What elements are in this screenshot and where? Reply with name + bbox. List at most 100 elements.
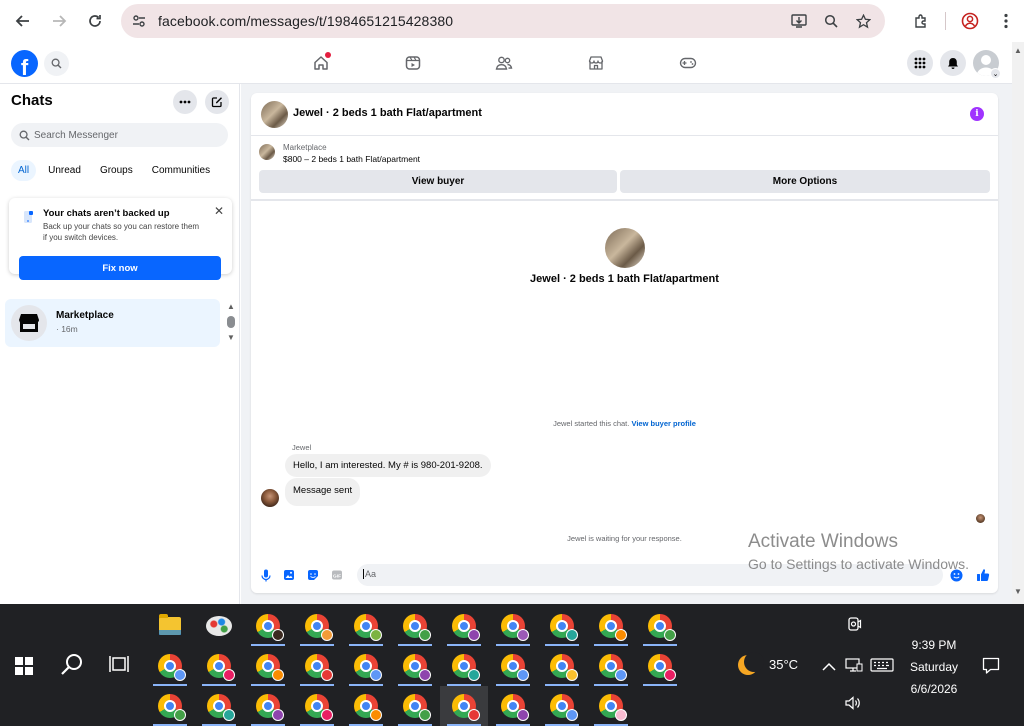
- chrome-window[interactable]: [195, 646, 243, 686]
- chrome-window[interactable]: [244, 646, 292, 686]
- chrome-window[interactable]: [391, 606, 439, 646]
- chrome-window[interactable]: [293, 686, 341, 726]
- chrome-window[interactable]: [391, 646, 439, 686]
- sidebar-scrollbar[interactable]: ▲ ▼: [226, 302, 236, 344]
- more-options-button[interactable]: More Options: [620, 170, 990, 193]
- file-explorer-app[interactable]: [146, 606, 194, 646]
- microphone-icon[interactable]: [259, 568, 273, 582]
- filter-all[interactable]: All: [11, 160, 37, 181]
- chrome-window[interactable]: [587, 646, 635, 686]
- chrome-window[interactable]: [293, 646, 341, 686]
- extensions-icon[interactable]: [903, 13, 939, 29]
- forward-arrow-icon[interactable]: [41, 3, 77, 39]
- weather-moon-icon[interactable]: [738, 652, 764, 675]
- bookmark-star-icon[interactable]: [847, 13, 879, 29]
- chat-list-item[interactable]: Marketplace · 16m: [5, 299, 220, 347]
- sticker-icon[interactable]: [306, 568, 320, 582]
- friends-tab[interactable]: [484, 48, 524, 78]
- chrome-window[interactable]: [342, 646, 390, 686]
- chrome-window[interactable]: [146, 646, 194, 686]
- close-icon[interactable]: ✕: [214, 204, 224, 218]
- view-buyer-profile-link[interactable]: View buyer profile: [631, 419, 695, 428]
- network-icon[interactable]: [845, 657, 863, 678]
- clock-date: 6/6/2026: [910, 682, 958, 696]
- chrome-window[interactable]: [636, 606, 684, 646]
- chrome-window[interactable]: [293, 606, 341, 646]
- info-icon[interactable]: i: [970, 107, 984, 121]
- photo-icon[interactable]: [282, 568, 296, 582]
- listing-price[interactable]: $800 – 2 beds 1 bath Flat/apartment: [283, 154, 420, 164]
- reload-icon[interactable]: [77, 3, 113, 39]
- weather-temperature[interactable]: 35°C: [769, 657, 798, 672]
- page-scrollbar[interactable]: ▲ ▼: [1012, 42, 1024, 604]
- chrome-window[interactable]: [146, 686, 194, 726]
- sender-avatar[interactable]: [261, 489, 279, 507]
- more-options-icon[interactable]: [173, 90, 197, 114]
- back-arrow-icon[interactable]: [5, 3, 41, 39]
- site-info-icon[interactable]: [121, 14, 157, 28]
- conversation-title[interactable]: Jewel · 2 beds 1 bath Flat/apartment: [293, 107, 482, 119]
- meet-now-icon[interactable]: [846, 616, 862, 637]
- chrome-window[interactable]: [391, 686, 439, 726]
- thumbs-up-icon[interactable]: [976, 568, 990, 582]
- chrome-window[interactable]: [244, 686, 292, 726]
- chrome-window-active[interactable]: [440, 686, 488, 726]
- chrome-window[interactable]: [342, 686, 390, 726]
- fix-now-button[interactable]: Fix now: [19, 256, 221, 280]
- chrome-window[interactable]: [489, 606, 537, 646]
- chrome-window[interactable]: [538, 686, 586, 726]
- task-view-icon[interactable]: [109, 655, 129, 678]
- profile-icon[interactable]: [952, 12, 988, 30]
- url-text[interactable]: facebook.com/messages/t/1984651215428380: [158, 13, 453, 29]
- view-buyer-button[interactable]: View buyer: [259, 170, 617, 193]
- new-message-icon[interactable]: [205, 90, 229, 114]
- fb-search-icon[interactable]: [44, 51, 69, 76]
- chrome-window[interactable]: [342, 606, 390, 646]
- chrome-window[interactable]: [587, 606, 635, 646]
- listing-thumbnail[interactable]: [261, 101, 288, 128]
- menu-kebab-icon[interactable]: [988, 13, 1024, 29]
- chrome-window[interactable]: [538, 606, 586, 646]
- chrome-window[interactable]: [489, 646, 537, 686]
- facebook-logo[interactable]: f: [11, 50, 38, 77]
- filter-unread[interactable]: Unread: [41, 160, 88, 181]
- chrome-window[interactable]: [440, 606, 488, 646]
- sidebar-scroll-thumb[interactable]: [227, 316, 235, 328]
- video-tab[interactable]: [393, 48, 433, 78]
- message-bubble[interactable]: Hello, I am interested. My # is 980-201-…: [285, 454, 491, 477]
- show-hidden-icons-chevron-icon[interactable]: [822, 659, 836, 677]
- chrome-window[interactable]: [489, 686, 537, 726]
- chrome-window[interactable]: [440, 646, 488, 686]
- install-app-icon[interactable]: [783, 14, 815, 28]
- sidebar-scroll-down-icon[interactable]: ▼: [227, 333, 235, 342]
- message-bubble[interactable]: Message sent: [285, 478, 361, 506]
- home-tab[interactable]: [301, 48, 341, 78]
- marketplace-tab[interactable]: [576, 48, 616, 78]
- gif-icon[interactable]: GIF: [330, 568, 344, 582]
- system-clock[interactable]: 9:39 PM Saturday 6/6/2026: [904, 634, 964, 700]
- zoom-icon[interactable]: [815, 14, 847, 28]
- taskbar-search-icon[interactable]: [60, 652, 84, 681]
- address-bar[interactable]: facebook.com/messages/t/1984651215428380: [121, 4, 885, 38]
- filter-groups[interactable]: Groups: [93, 160, 140, 181]
- windows-start-icon[interactable]: [15, 657, 33, 675]
- volume-icon[interactable]: [845, 696, 861, 715]
- filter-communities[interactable]: Communities: [145, 160, 217, 181]
- chrome-window[interactable]: [538, 646, 586, 686]
- gaming-tab[interactable]: [668, 48, 708, 78]
- chrome-window[interactable]: [636, 646, 684, 686]
- search-messenger-input[interactable]: Search Messenger: [11, 123, 228, 147]
- chrome-window[interactable]: [587, 686, 635, 726]
- sidebar-scroll-up-icon[interactable]: ▲: [227, 302, 235, 311]
- scroll-up-arrow-icon[interactable]: ▲: [1014, 46, 1022, 55]
- paint-app[interactable]: [195, 606, 243, 646]
- listing-small-thumbnail[interactable]: [259, 144, 275, 160]
- chrome-window[interactable]: [195, 686, 243, 726]
- keyboard-icon[interactable]: [870, 658, 894, 677]
- chrome-window[interactable]: [244, 606, 292, 646]
- notification-center-icon[interactable]: [982, 657, 1000, 679]
- scroll-down-arrow-icon[interactable]: ▼: [1014, 587, 1022, 596]
- menu-grid-icon[interactable]: [907, 50, 933, 76]
- notifications-bell-icon[interactable]: [940, 50, 966, 76]
- account-caret-icon[interactable]: ⌄: [990, 68, 1001, 79]
